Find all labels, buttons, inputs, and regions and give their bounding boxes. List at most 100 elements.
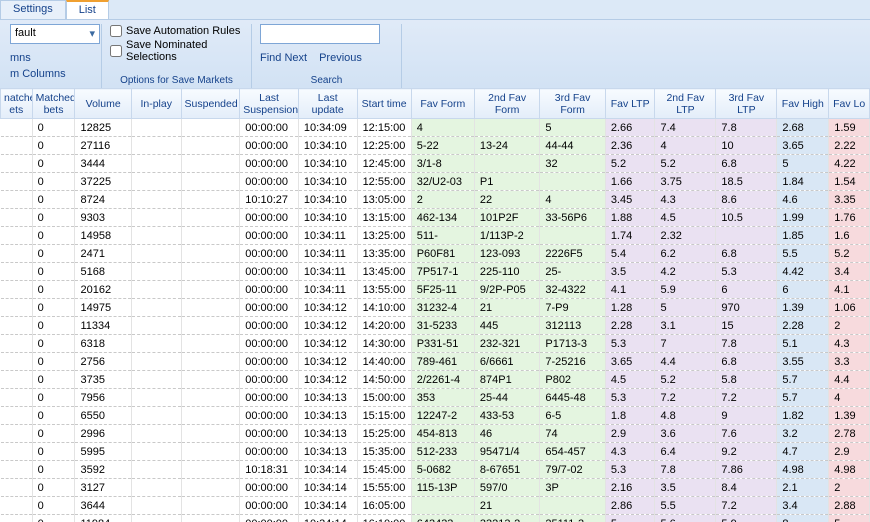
col-l2[interactable]: 2nd Fav LTP (655, 89, 716, 119)
cell-susp (181, 317, 240, 335)
cell-susp (181, 137, 240, 155)
cell-m2: 0 (32, 137, 75, 155)
cell-fl: 4.4 (829, 371, 870, 389)
cell-ip (131, 173, 181, 191)
chk-save-automation[interactable]: Save Automation Rules (110, 24, 243, 38)
table-row[interactable]: 02711600:00:0010:34:1012:25:005-2213-244… (1, 137, 870, 155)
cell-l1: 4.3 (605, 443, 655, 461)
cell-l2: 4.5 (655, 209, 716, 227)
tab-settings[interactable]: Settings (0, 0, 66, 19)
table-row[interactable]: 02016200:00:0010:34:1113:55:005F25-119/2… (1, 281, 870, 299)
cell-lupd: 10:34:12 (298, 353, 357, 371)
table-row[interactable]: 0795600:00:0010:34:1315:00:0035325-44644… (1, 389, 870, 407)
table-row[interactable]: 01497500:00:0010:34:1214:10:0031232-4217… (1, 299, 870, 317)
table-row[interactable]: 0344400:00:0010:34:1012:45:003/1-8325.25… (1, 155, 870, 173)
table-row[interactable]: 0655000:00:0010:34:1315:15:0012247-2433-… (1, 407, 870, 425)
col-ff[interactable]: Fav Form (411, 89, 474, 119)
col-m1[interactable]: natchedets (1, 89, 33, 119)
col-l1[interactable]: Fav LTP (605, 89, 655, 119)
cell-l3: 18.5 (716, 173, 777, 191)
cell-ip (131, 515, 181, 522)
col-fh[interactable]: Fav High (777, 89, 829, 119)
table-row[interactable]: 01198400:00:0010:34:1416:10:00643433-332… (1, 515, 870, 522)
cell-m2: 0 (32, 317, 75, 335)
cell-ip (131, 425, 181, 443)
previous-link[interactable]: Previous (319, 50, 362, 66)
table-row[interactable]: 0359210:18:3110:34:1415:45:005-06828-676… (1, 461, 870, 479)
cell-st: 15:00:00 (357, 389, 411, 407)
col-lupd[interactable]: Last update (298, 89, 357, 119)
cell-l1: 2.36 (605, 137, 655, 155)
cell-l2: 7.4 (655, 119, 716, 137)
cell-fh: 1.99 (777, 209, 829, 227)
cell-l3: 5.3 (716, 263, 777, 281)
cell-ip (131, 371, 181, 389)
cell-vol: 37225 (75, 173, 131, 191)
cell-st: 15:45:00 (357, 461, 411, 479)
cell-l2: 2.32 (655, 227, 716, 245)
chk-save-nominated[interactable]: Save Nominated Selections (110, 38, 243, 64)
cell-lsusp: 00:00:00 (240, 407, 299, 425)
col-ip[interactable]: In-play (131, 89, 181, 119)
table-row[interactable]: 01495800:00:0010:34:1113:25:00511-1/113P… (1, 227, 870, 245)
cell-susp (181, 155, 240, 173)
cell-fh: 5.1 (777, 335, 829, 353)
col-lsusp[interactable]: LastSuspension (240, 89, 299, 119)
cell-fl: 1.6 (829, 227, 870, 245)
col-fl[interactable]: Fav Lo (829, 89, 870, 119)
table-row[interactable]: 0930300:00:0010:34:1013:15:00462-134101P… (1, 209, 870, 227)
columns-link-2[interactable]: m Columns (10, 66, 93, 82)
profile-combo[interactable]: fault (10, 24, 100, 44)
cell-f3 (540, 173, 605, 191)
cell-vol: 11984 (75, 515, 131, 522)
table-row[interactable]: 0872410:10:2710:34:1013:05:0022243.454.3… (1, 191, 870, 209)
cell-f3: 44-44 (540, 137, 605, 155)
search-input[interactable] (260, 24, 380, 44)
col-st[interactable]: Start time (357, 89, 411, 119)
table-row[interactable]: 0247100:00:0010:34:1113:35:00P60F81123-0… (1, 245, 870, 263)
cell-lupd: 10:34:10 (298, 209, 357, 227)
col-f2[interactable]: 2nd Fav Form (474, 89, 539, 119)
chk-save-nominated-box[interactable] (110, 45, 122, 57)
col-l3[interactable]: 3rd Fav LTP (716, 89, 777, 119)
cell-m1 (1, 407, 33, 425)
cell-m1 (1, 425, 33, 443)
cell-st: 13:25:00 (357, 227, 411, 245)
cell-f2: 1/113P-2 (474, 227, 539, 245)
cell-m1 (1, 191, 33, 209)
chk-save-automation-box[interactable] (110, 25, 122, 37)
cell-st: 15:25:00 (357, 425, 411, 443)
cell-l3: 7.2 (716, 497, 777, 515)
cell-m2: 0 (32, 191, 75, 209)
cell-ff: 3/1-8 (411, 155, 474, 173)
cell-m2: 0 (32, 515, 75, 522)
table-row[interactable]: 0275600:00:0010:34:1214:40:00789-4616/66… (1, 353, 870, 371)
col-m2[interactable]: Matchedbets (32, 89, 75, 119)
table-row[interactable]: 0299600:00:0010:34:1315:25:00454-8134674… (1, 425, 870, 443)
table-row[interactable]: 0631800:00:0010:34:1214:30:00P331-51232-… (1, 335, 870, 353)
col-vol[interactable]: Volume (75, 89, 131, 119)
cell-m2: 0 (32, 479, 75, 497)
table-row[interactable]: 0364400:00:0010:34:1416:05:00212.865.57.… (1, 497, 870, 515)
table-row[interactable]: 03722500:00:0010:34:1012:55:0032/U2-03P1… (1, 173, 870, 191)
group-search-label: Search (260, 73, 393, 88)
cell-m1 (1, 479, 33, 497)
tab-list[interactable]: List (66, 0, 109, 19)
cell-m2: 0 (32, 263, 75, 281)
cell-l2: 5 (655, 299, 716, 317)
tab-strip: Settings List (0, 0, 870, 20)
table-row[interactable]: 01282500:00:0010:34:0912:15:00452.667.47… (1, 119, 870, 137)
table-row[interactable]: 0516800:00:0010:34:1113:45:007P517-1225-… (1, 263, 870, 281)
cell-l2: 5.9 (655, 281, 716, 299)
cell-susp (181, 281, 240, 299)
table-row[interactable]: 0599500:00:0010:34:1315:35:00512-2339547… (1, 443, 870, 461)
data-grid[interactable]: natchedetsMatchedbetsVolumeIn-playSuspen… (0, 88, 870, 522)
col-f3[interactable]: 3rd Fav Form (540, 89, 605, 119)
columns-link-1[interactable]: mns (10, 50, 93, 66)
find-next-link[interactable]: Find Next (260, 50, 307, 66)
cell-fh: 3.4 (777, 497, 829, 515)
col-susp[interactable]: Suspended (181, 89, 240, 119)
table-row[interactable]: 01133400:00:0010:34:1214:20:0031-5233445… (1, 317, 870, 335)
table-row[interactable]: 0312700:00:0010:34:1415:55:00115-13P597/… (1, 479, 870, 497)
table-row[interactable]: 0373500:00:0010:34:1214:50:002/2261-4874… (1, 371, 870, 389)
